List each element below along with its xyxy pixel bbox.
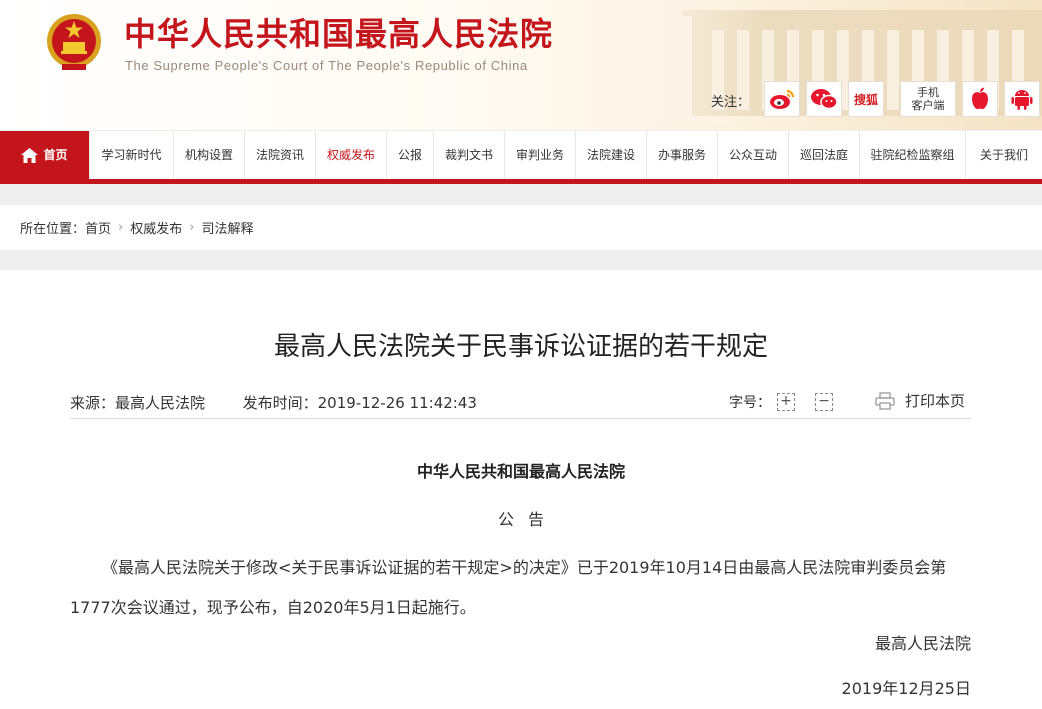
home-icon [21, 147, 39, 163]
nav-item-services[interactable]: 办事服务 [647, 131, 718, 179]
issue-date: 2019年12月25日 [841, 679, 971, 698]
nav-item-about[interactable]: 关于我们 [966, 131, 1042, 179]
divider [70, 418, 971, 419]
site-subtitle: The Supreme People's Court of The People… [125, 58, 528, 73]
apple-icon[interactable] [962, 81, 998, 117]
notice-heading: 公告 [497, 510, 558, 529]
nav-item-study[interactable]: 学习新时代 [90, 131, 174, 179]
print-button[interactable]: 打印本页 [875, 390, 965, 411]
nav-item-interaction[interactable]: 公众互动 [718, 131, 789, 179]
nav-item-discipline[interactable]: 驻院纪检监察组 [860, 131, 966, 179]
breadcrumb-item-home[interactable]: 首页 [85, 218, 111, 237]
printer-icon [875, 391, 895, 410]
breadcrumb-item-release[interactable]: 权威发布 [130, 218, 182, 237]
nav-item-judgments[interactable]: 裁判文书 [434, 131, 505, 179]
mobile-client-line2: 客户端 [911, 99, 945, 112]
site-title: 中华人民共和国最高人民法院 [124, 15, 554, 53]
breadcrumb: 所在位置： 首页 › 权威发布 › 司法解释 [20, 205, 253, 250]
nav-item-trial-business[interactable]: 审判业务 [505, 131, 576, 179]
mobile-client-line1: 手机 [917, 86, 939, 99]
chevron-right-icon: › [189, 220, 195, 235]
time-value: 2019-12-26 11:42:43 [317, 394, 477, 412]
issuing-organization: 中华人民共和国最高人民法院 [416, 462, 625, 481]
font-size-label: 字号： [729, 395, 771, 411]
article-panel: 最高人民法院关于民事诉讼证据的若干规定 来源：最高人民法院 发布时间：2019-… [0, 270, 1042, 709]
weibo-icon[interactable] [764, 81, 800, 117]
source-label: 来源： [70, 394, 116, 412]
article-meta: 来源：最高人民法院 发布时间：2019-12-26 11:42:43 [70, 392, 477, 413]
android-icon[interactable] [1004, 81, 1040, 117]
article-body: 《最高人民法院关于修改<关于民事诉讼证据的若干规定>的决定》已于2019年10月… [70, 558, 947, 617]
breadcrumb-bar: 所在位置： 首页 › 权威发布 › 司法解释 [0, 205, 1042, 250]
font-decrease-button[interactable]: − [815, 393, 833, 411]
wechat-icon[interactable] [806, 81, 842, 117]
main-nav: 首页 学习新时代 机构设置 法院资讯 权威发布 公报 裁判文书 审判业务 法院建… [0, 131, 1042, 184]
font-size-control: 字号： + − [729, 392, 833, 412]
source-value: 最高人民法院 [115, 394, 206, 412]
nav-item-circuit-courts[interactable]: 巡回法庭 [789, 131, 860, 179]
font-increase-button[interactable]: + [777, 393, 795, 411]
nav-item-home[interactable]: 首页 [0, 131, 90, 179]
sohu-icon[interactable]: 搜狐 [848, 81, 884, 117]
chevron-right-icon: › [118, 220, 124, 235]
breadcrumb-prefix: 所在位置： [20, 222, 86, 237]
article-title: 最高人民法院关于民事诉讼证据的若干规定 [273, 332, 768, 362]
nav-item-gazette[interactable]: 公报 [387, 131, 434, 179]
signature: 最高人民法院 [874, 634, 971, 653]
follow-label: 关注： [711, 95, 751, 110]
nav-item-authoritative-release[interactable]: 权威发布 [316, 131, 387, 179]
site-header: 中华人民共和国最高人民法院 The Supreme People's Court… [0, 0, 1042, 130]
mobile-client-button[interactable]: 手机 客户端 [900, 81, 956, 117]
time-label: 发布时间： [242, 394, 318, 412]
nav-item-court-building[interactable]: 法院建设 [576, 131, 647, 179]
national-emblem-icon [47, 14, 101, 70]
print-label: 打印本页 [905, 392, 966, 410]
nav-item-news[interactable]: 法院资讯 [245, 131, 316, 179]
nav-item-label: 首页 [43, 148, 68, 162]
breadcrumb-item-interpretation[interactable]: 司法解释 [201, 218, 253, 237]
nav-item-organization[interactable]: 机构设置 [174, 131, 245, 179]
